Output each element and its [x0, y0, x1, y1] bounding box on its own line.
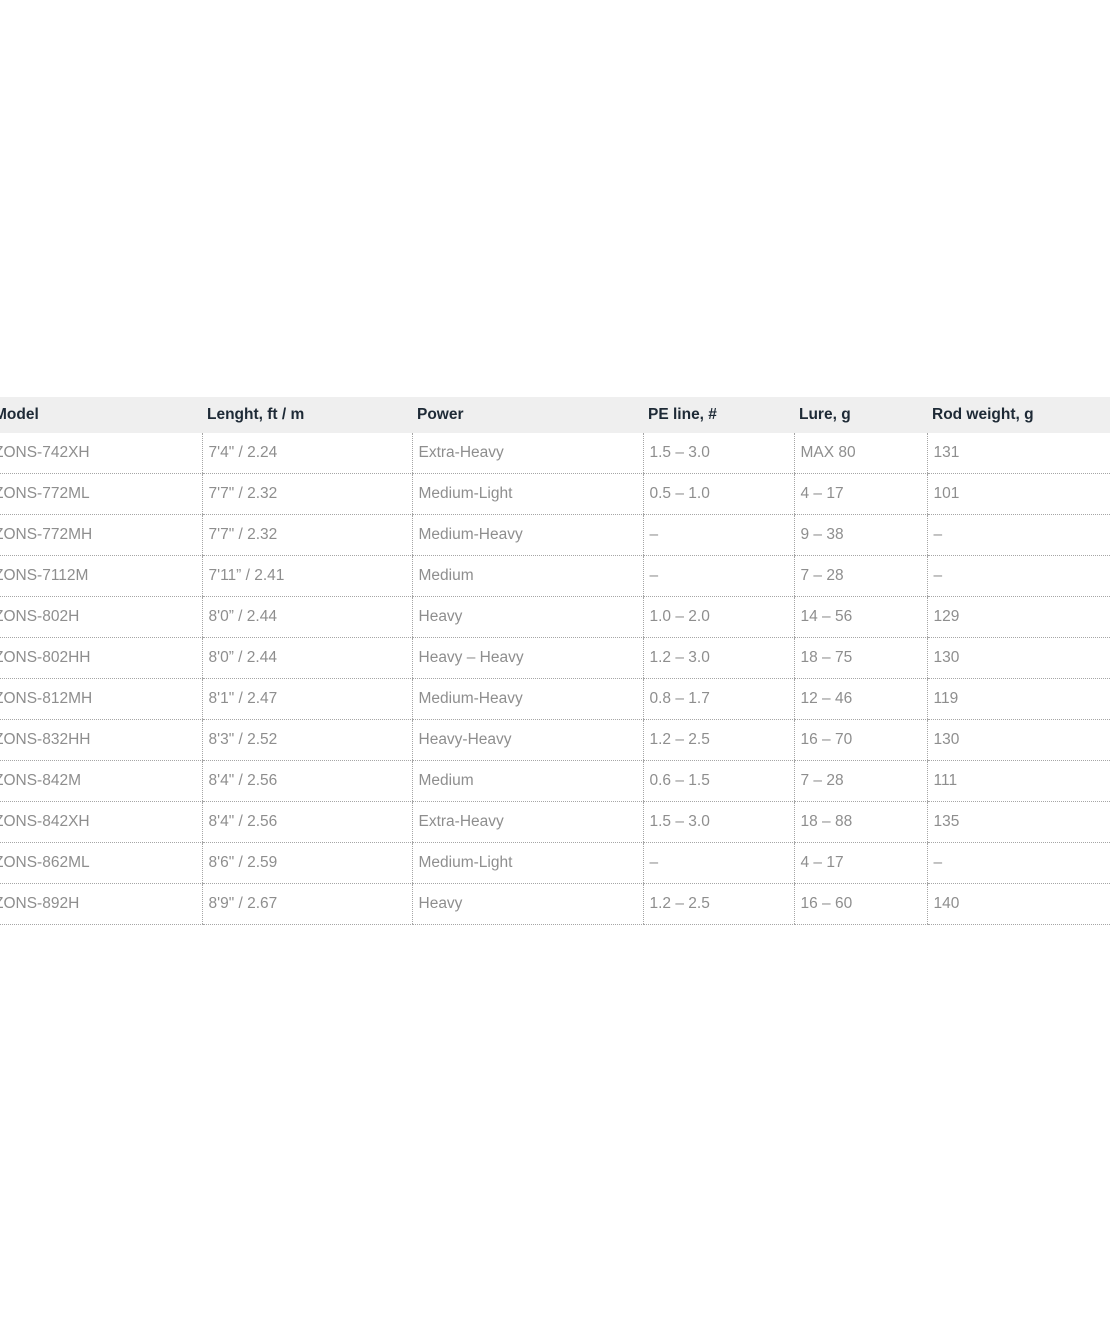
cell-pe-line: 1.5 – 3.0 — [642, 433, 794, 474]
cell-rod-weight: 111 — [926, 760, 1110, 802]
cell-rod-weight: 130 — [926, 637, 1110, 679]
cell-rod-weight: 129 — [926, 596, 1110, 638]
cell-power: Medium-Light — [411, 842, 643, 884]
table-row: ZONS-7112M 7'11” / 2.41 Medium – 7 – 28 … — [0, 555, 1110, 597]
cell-model: ZONS-7112M — [0, 555, 202, 597]
cell-power: Medium — [411, 760, 643, 802]
cell-model: ZONS-772MH — [0, 514, 202, 556]
cell-pe-line: – — [642, 842, 794, 884]
cell-power: Extra-Heavy — [411, 801, 643, 843]
cell-pe-line: 0.6 – 1.5 — [642, 760, 794, 802]
cell-rod-weight: – — [926, 842, 1110, 884]
cell-length: 8'9" / 2.67 — [201, 883, 412, 925]
table-row: ZONS-772MH 7'7" / 2.32 Medium-Heavy – 9 … — [0, 514, 1110, 556]
table-row: ZONS-832HH 8'3" / 2.52 Heavy-Heavy 1.2 –… — [0, 719, 1110, 761]
cell-length: 7'7" / 2.32 — [201, 514, 412, 556]
cell-lure: MAX 80 — [793, 433, 927, 474]
cell-length: 8'0” / 2.44 — [201, 596, 412, 638]
cell-length: 8'0” / 2.44 — [201, 637, 412, 679]
cell-lure: 7 – 28 — [793, 760, 927, 802]
cell-pe-line: 1.2 – 2.5 — [642, 883, 794, 925]
header-lure: Lure, g — [799, 406, 851, 423]
cell-pe-line: 1.5 – 3.0 — [642, 801, 794, 843]
cell-model: ZONS-742XH — [0, 433, 202, 474]
table-row: ZONS-862ML 8'6" / 2.59 Medium-Light – 4 … — [0, 842, 1110, 884]
header-rod-weight: Rod weight, g — [932, 406, 1034, 423]
header-pe-line: PE line, # — [648, 406, 717, 423]
cell-rod-weight: 140 — [926, 883, 1110, 925]
cell-power: Medium-Heavy — [411, 514, 643, 556]
table-row: ZONS-892H 8'9" / 2.67 Heavy 1.2 – 2.5 16… — [0, 883, 1110, 925]
cell-power: Medium — [411, 555, 643, 597]
cell-length: 8'4" / 2.56 — [201, 801, 412, 843]
cell-length: 8'3" / 2.52 — [201, 719, 412, 761]
cell-length: 8'6" / 2.59 — [201, 842, 412, 884]
cell-lure: 16 – 70 — [793, 719, 927, 761]
table-row: ZONS-802H 8'0” / 2.44 Heavy 1.0 – 2.0 14… — [0, 596, 1110, 638]
table-row: ZONS-842M 8'4" / 2.56 Medium 0.6 – 1.5 7… — [0, 760, 1110, 802]
cell-power: Medium-Heavy — [411, 678, 643, 720]
cell-model: ZONS-802H — [0, 596, 202, 638]
header-power: Power — [417, 406, 464, 423]
cell-pe-line: – — [642, 555, 794, 597]
cell-model: ZONS-832HH — [0, 719, 202, 761]
cell-rod-weight: 101 — [926, 473, 1110, 515]
cell-power: Heavy – Heavy — [411, 637, 643, 679]
table-header-row: Model Lenght, ft / m Power PE line, # Lu… — [0, 397, 1110, 433]
cell-power: Heavy — [411, 883, 643, 925]
cell-power: Heavy — [411, 596, 643, 638]
cell-pe-line: 1.2 – 2.5 — [642, 719, 794, 761]
cell-pe-line: 0.5 – 1.0 — [642, 473, 794, 515]
table-row: ZONS-842XH 8'4" / 2.56 Extra-Heavy 1.5 –… — [0, 801, 1110, 843]
cell-rod-weight: – — [926, 514, 1110, 556]
cell-lure: 4 – 17 — [793, 842, 927, 884]
cell-length: 7'7" / 2.32 — [201, 473, 412, 515]
cell-model: ZONS-862ML — [0, 842, 202, 884]
cell-lure: 14 – 56 — [793, 596, 927, 638]
cell-rod-weight: 130 — [926, 719, 1110, 761]
cell-rod-weight: – — [926, 555, 1110, 597]
cell-rod-weight: 119 — [926, 678, 1110, 720]
table-row: ZONS-812MH 8'1" / 2.47 Medium-Heavy 0.8 … — [0, 678, 1110, 720]
cell-power: Heavy-Heavy — [411, 719, 643, 761]
cell-model: ZONS-842M — [0, 760, 202, 802]
cell-lure: 9 – 38 — [793, 514, 927, 556]
cell-pe-line: 1.2 – 3.0 — [642, 637, 794, 679]
table-row: ZONS-742XH 7'4" / 2.24 Extra-Heavy 1.5 –… — [0, 433, 1110, 474]
cell-length: 7'4" / 2.24 — [201, 433, 412, 474]
cell-model: ZONS-812MH — [0, 678, 202, 720]
cell-pe-line: 1.0 – 2.0 — [642, 596, 794, 638]
cell-model: ZONS-842XH — [0, 801, 202, 843]
cell-power: Medium-Light — [411, 473, 643, 515]
header-model: Model — [0, 406, 39, 423]
cell-lure: 12 – 46 — [793, 678, 927, 720]
cell-model: ZONS-802HH — [0, 637, 202, 679]
cell-lure: 16 – 60 — [793, 883, 927, 925]
rod-spec-table: Model Lenght, ft / m Power PE line, # Lu… — [0, 397, 1110, 925]
cell-pe-line: – — [642, 514, 794, 556]
cell-lure: 18 – 88 — [793, 801, 927, 843]
cell-lure: 18 – 75 — [793, 637, 927, 679]
cell-length: 8'4" / 2.56 — [201, 760, 412, 802]
cell-model: ZONS-772ML — [0, 473, 202, 515]
cell-pe-line: 0.8 – 1.7 — [642, 678, 794, 720]
cell-rod-weight: 135 — [926, 801, 1110, 843]
cell-lure: 7 – 28 — [793, 555, 927, 597]
table-row: ZONS-772ML 7'7" / 2.32 Medium-Light 0.5 … — [0, 473, 1110, 515]
header-length: Lenght, ft / m — [207, 406, 305, 423]
cell-power: Extra-Heavy — [411, 433, 643, 474]
cell-lure: 4 – 17 — [793, 473, 927, 515]
cell-rod-weight: 131 — [926, 433, 1110, 474]
cell-length: 7'11” / 2.41 — [201, 555, 412, 597]
cell-model: ZONS-892H — [0, 883, 202, 925]
table-row: ZONS-802HH 8'0” / 2.44 Heavy – Heavy 1.2… — [0, 637, 1110, 679]
cell-length: 8'1" / 2.47 — [201, 678, 412, 720]
